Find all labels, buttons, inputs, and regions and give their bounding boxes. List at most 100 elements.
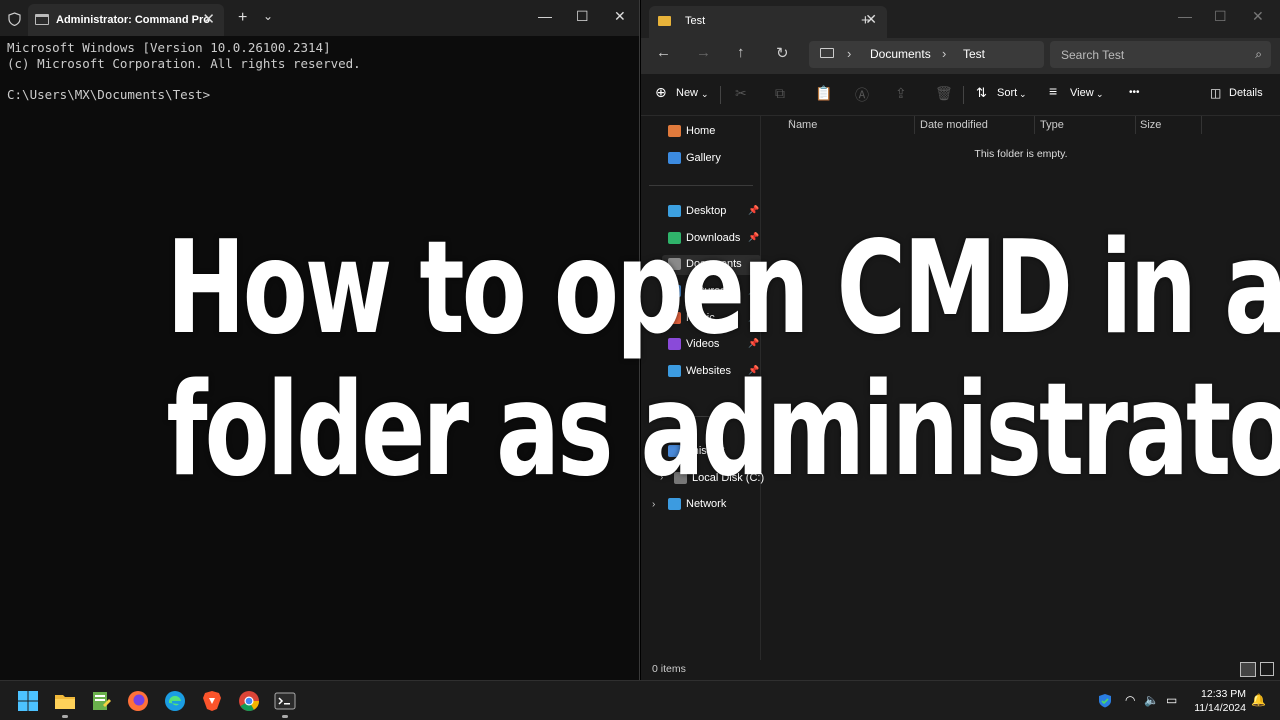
sidebar-item-network[interactable]: Network <box>668 495 760 515</box>
wifi-icon[interactable]: ◠ <box>1125 693 1135 707</box>
sidebar-item-websites[interactable]: Websites 📌 <box>668 362 760 382</box>
notepad-icon[interactable] <box>89 689 113 713</box>
new-tab-button[interactable]: + <box>238 9 247 27</box>
maximize-button[interactable]: ☐ <box>576 8 589 25</box>
address-bar[interactable]: › Documents › Test <box>809 41 1044 68</box>
new-plus-icon: ⊕ <box>655 84 667 100</box>
up-arrow-icon[interactable]: ↑ <box>737 44 745 61</box>
chrome-icon[interactable] <box>237 689 261 713</box>
breadcrumb-documents[interactable]: Documents <box>870 47 931 61</box>
shield-icon <box>8 12 21 26</box>
search-icon: ⌕ <box>1255 47 1262 61</box>
sidebar-item-label: Pictures <box>686 285 726 297</box>
column-divider[interactable] <box>914 116 915 134</box>
sidebar-item-label: This PC <box>686 445 726 457</box>
network-icon <box>668 498 681 510</box>
sidebar-item-desktop[interactable]: Desktop 📌 <box>668 202 760 222</box>
forward-arrow-icon[interactable]: → <box>696 44 711 61</box>
start-icon[interactable] <box>16 689 40 713</box>
details-button[interactable]: Details <box>1229 87 1263 99</box>
close-button[interactable]: ✕ <box>614 8 626 25</box>
pin-icon: 📌 <box>748 312 760 322</box>
share-icon[interactable]: ⇪ <box>895 85 907 102</box>
battery-icon[interactable]: ▭ <box>1166 693 1177 707</box>
tiles-view-icon[interactable] <box>1260 662 1274 676</box>
back-arrow-icon[interactable]: ← <box>656 44 671 61</box>
clock-date: 11/14/2024 <box>1194 702 1246 714</box>
column-divider[interactable] <box>1135 116 1136 134</box>
sidebar-item-local-disk[interactable]: Local Disk (C:) <box>674 469 766 489</box>
file-explorer-window[interactable]: Test ✕ + — ☐ ✕ ← → ↑ ↻ › Documents › Tes… <box>641 0 1280 680</box>
disk-icon <box>674 472 687 484</box>
chevron-down-icon[interactable]: ⌄ <box>652 446 660 457</box>
paste-icon[interactable]: 📋 <box>815 85 832 102</box>
sidebar-item-gallery[interactable]: Gallery <box>668 149 760 169</box>
notification-bell-icon[interactable]: 🔔 <box>1251 693 1266 707</box>
breadcrumb-test[interactable]: Test <box>963 47 985 61</box>
chevron-right-icon[interactable]: › <box>652 499 655 510</box>
view-button[interactable]: View <box>1070 87 1094 99</box>
column-header-date-modified[interactable]: Date modified <box>920 119 988 131</box>
brave-icon[interactable] <box>200 689 224 713</box>
details-view-icon[interactable] <box>1240 662 1256 677</box>
taskbar: ◠ 🔈 ▭ 12:33 PM 11/14/2024 🔔 <box>0 680 1280 720</box>
rename-icon[interactable]: Ⓐ <box>855 85 869 105</box>
sidebar-item-label: Network <box>686 498 727 510</box>
tab-dropdown-icon[interactable]: ⌄ <box>263 9 273 23</box>
sidebar-item-label: Desktop <box>686 205 727 217</box>
defender-shield-icon[interactable] <box>1098 693 1112 708</box>
search-input[interactable]: Search Test ⌕ <box>1050 41 1271 68</box>
file-explorer-icon[interactable] <box>53 689 77 713</box>
column-header-name[interactable]: Name <box>788 119 817 131</box>
terminal-tab[interactable]: Administrator: Command Pro ✕ <box>28 4 224 36</box>
more-options-button[interactable]: ••• <box>1129 87 1140 98</box>
home-icon <box>668 125 681 137</box>
new-tab-button[interactable]: + <box>861 12 870 29</box>
column-header-type[interactable]: Type <box>1040 119 1064 131</box>
pictures-icon <box>668 285 681 297</box>
copy-icon[interactable]: ⧉ <box>775 85 785 102</box>
terminal-icon[interactable] <box>273 689 297 713</box>
this-pc-icon <box>820 48 834 58</box>
sidebar-item-label: Gallery <box>686 152 721 164</box>
file-list[interactable]: ⌃ Name Date modified Type Size This fold… <box>762 116 1280 660</box>
desktop-icon <box>668 205 681 217</box>
details-pane-icon: ◫ <box>1210 86 1222 100</box>
minimize-button[interactable]: — <box>538 8 552 24</box>
firefox-icon[interactable] <box>126 689 150 713</box>
column-header-size[interactable]: Size <box>1140 119 1161 131</box>
terminal-tab-bar: Administrator: Command Pro ✕ + ⌄ — ☐ ✕ <box>0 0 639 36</box>
new-button[interactable]: New <box>676 87 698 99</box>
sidebar-item-documents[interactable]: Documents <box>662 255 761 275</box>
divider <box>720 86 721 104</box>
sidebar-item-pictures[interactable]: Pictures 📌 <box>668 282 760 302</box>
sidebar-item-downloads[interactable]: Downloads 📌 <box>668 229 760 249</box>
pin-icon: 📌 <box>748 365 760 375</box>
close-tab-icon[interactable]: ✕ <box>202 10 215 28</box>
explorer-tab[interactable]: Test ✕ <box>649 6 887 38</box>
volume-icon[interactable]: 🔈 <box>1144 693 1159 707</box>
column-divider[interactable] <box>1201 116 1202 134</box>
navigation-pane: Home Gallery Desktop 📌 Downloads 📌 Docum… <box>641 116 764 660</box>
close-button[interactable]: ✕ <box>1252 8 1264 25</box>
search-placeholder: Search Test <box>1061 48 1125 62</box>
command-bar: ⊕ New ⌄ ✂ ⧉ 📋 Ⓐ ⇪ 🗑 ⇅ Sort ⌄ ≡ View ⌄ ••… <box>641 74 1280 116</box>
running-indicator <box>62 715 68 718</box>
edge-icon[interactable] <box>163 689 187 713</box>
sidebar-item-music[interactable]: Music 📌 <box>668 309 760 329</box>
delete-icon[interactable]: 🗑 <box>935 85 953 102</box>
sidebar-item-home[interactable]: Home <box>668 122 760 142</box>
refresh-icon[interactable]: ↻ <box>776 44 789 62</box>
sidebar-item-videos[interactable]: Videos 📌 <box>668 335 760 355</box>
cut-icon[interactable]: ✂ <box>735 85 747 102</box>
sidebar-item-this-pc[interactable]: This PC <box>668 442 760 462</box>
chevron-right-icon[interactable]: › <box>660 472 663 483</box>
terminal-output[interactable]: Microsoft Windows [Version 10.0.26100.23… <box>7 40 361 102</box>
minimize-button[interactable]: — <box>1178 8 1192 24</box>
clock[interactable]: 12:33 PM 11/14/2024 <box>1190 687 1246 715</box>
terminal-window[interactable]: Administrator: Command Pro ✕ + ⌄ — ☐ ✕ M… <box>0 0 640 680</box>
pin-icon: 📌 <box>748 205 760 215</box>
sort-button[interactable]: Sort <box>997 87 1017 99</box>
maximize-button[interactable]: ☐ <box>1214 8 1227 25</box>
column-divider[interactable] <box>1034 116 1035 134</box>
